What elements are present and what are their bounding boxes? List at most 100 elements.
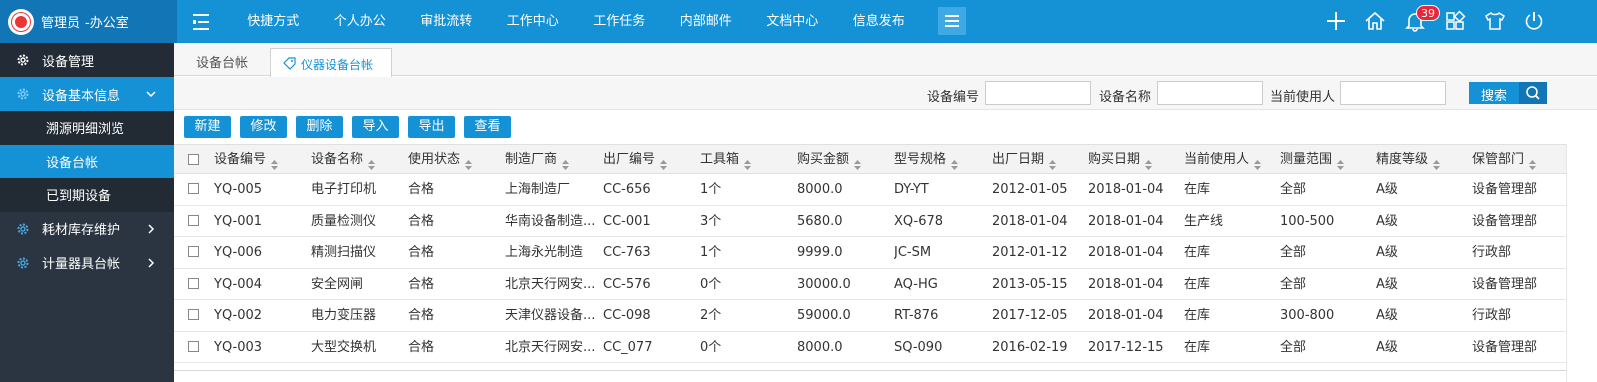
table-scrollbar[interactable]	[1566, 144, 1597, 382]
gear-icon	[16, 53, 30, 67]
import-button[interactable]: 导入	[352, 116, 399, 138]
sort-icon[interactable]	[744, 153, 752, 170]
table-cell: 0个	[700, 339, 722, 355]
table-cell: 在库	[1184, 245, 1211, 260]
row-checkbox[interactable]	[188, 309, 199, 320]
sidebar-group-meters[interactable]: 计量器具台帐	[0, 246, 174, 280]
sidebar-group-label: 耗材库存维护	[42, 223, 121, 238]
current-user-label: 当前使用人	[1270, 90, 1336, 105]
sort-icon[interactable]	[951, 153, 959, 170]
search-button[interactable]: 搜索	[1469, 82, 1547, 104]
table-cell: 2017-12-15	[1088, 339, 1164, 355]
export-button[interactable]: 导出	[408, 116, 455, 138]
sort-icon[interactable]	[660, 153, 668, 170]
sort-icon[interactable]	[562, 153, 570, 170]
sort-icon[interactable]	[368, 153, 376, 170]
sidebar-item-trace[interactable]: 溯源明细浏览	[0, 111, 174, 145]
delete-button[interactable]: 删除	[296, 116, 343, 138]
home-icon[interactable]	[1364, 10, 1386, 32]
row-checkbox[interactable]	[188, 183, 199, 194]
new-button[interactable]: 新建	[184, 116, 231, 138]
topnav-item-docs[interactable]: 文档中心	[749, 0, 836, 43]
column-header[interactable]: 型号规格	[894, 145, 959, 174]
apps-icon[interactable]	[1444, 10, 1466, 32]
column-header[interactable]: 出厂编号	[603, 145, 668, 174]
plus-icon[interactable]	[1325, 10, 1347, 32]
sort-icon[interactable]	[854, 153, 862, 170]
edit-button[interactable]: 修改	[240, 116, 287, 138]
tab-instrument-ledger[interactable]: 仪器设备台帐	[270, 48, 392, 77]
table-cell: 2个	[700, 308, 722, 323]
sort-icon[interactable]	[1145, 153, 1153, 170]
sort-icon[interactable]	[1337, 153, 1345, 170]
table-cell: 上海永光制造	[505, 245, 584, 260]
table-cell: 8000.0	[797, 182, 843, 197]
column-header[interactable]: 当前使用人	[1184, 145, 1262, 174]
column-header-label: 当前使用人	[1184, 152, 1250, 167]
device-number-input[interactable]	[985, 81, 1091, 105]
sidebar-item-expired[interactable]: 已到期设备	[0, 178, 174, 212]
sort-icon[interactable]	[1529, 153, 1537, 170]
row-checkbox[interactable]	[188, 340, 199, 352]
column-header[interactable]: 使用状态	[408, 145, 473, 174]
table-cell: 2012-01-12	[992, 245, 1068, 260]
sidebar-group-basic-info[interactable]: 设备基本信息	[0, 77, 174, 111]
row-checkbox[interactable]	[188, 277, 199, 289]
column-header[interactable]: 设备名称	[311, 145, 376, 174]
table-row[interactable]: YQ-003 大型交换机 合格 北京天行网安... CC_077 0个 8000.0 SQ-0…	[174, 332, 1566, 363]
table-row[interactable]: YQ-005 电子打印机 合格 上海制造厂 CC-656 1个 8000.0 DY-YT 201…	[174, 174, 1566, 206]
logo-icon	[8, 8, 34, 35]
shirt-icon[interactable]	[1484, 10, 1506, 32]
tab-ledger[interactable]: 设备台帐	[196, 52, 248, 71]
column-header[interactable]: 购买日期	[1088, 145, 1153, 174]
table-cell: JC-SM	[894, 245, 932, 260]
sidebar-group-consumables[interactable]: 耗材库存维护	[0, 212, 174, 246]
column-header[interactable]: 精度等级	[1376, 145, 1441, 174]
table-cell: 3个	[700, 213, 722, 229]
power-icon[interactable]	[1523, 10, 1545, 32]
view-button[interactable]: 查看	[464, 116, 511, 138]
topnav-item-approval[interactable]: 审批流转	[403, 0, 490, 43]
topnav-item-workcenter[interactable]: 工作中心	[490, 0, 577, 43]
table-cell: 全部	[1280, 245, 1307, 260]
table-cell: XQ-678	[894, 213, 944, 229]
sort-icon[interactable]	[271, 153, 279, 170]
table-row[interactable]: YQ-006 精测扫描仪 合格 上海永光制造 CC-763 1个 9999.0 JC-SM 20…	[174, 237, 1566, 269]
table-cell: A级	[1376, 213, 1398, 229]
table-cell: 2013-05-15	[992, 276, 1068, 292]
table-cell: 全部	[1280, 339, 1307, 355]
table-row[interactable]: YQ-002 电力变压器 合格 天津仪器设备... CC-098 2个 59000.0 RT-…	[174, 300, 1566, 332]
more-menu-button[interactable]	[938, 7, 966, 35]
column-header[interactable]: 设备编号	[214, 145, 279, 174]
row-checkbox[interactable]	[188, 214, 199, 226]
sort-icon[interactable]	[1254, 153, 1262, 170]
menu-toggle-icon[interactable]	[190, 10, 214, 34]
sidebar-item-ledger[interactable]: 设备台帐	[0, 144, 174, 178]
table-row[interactable]: YQ-001 质量检测仪 合格 华南设备制造... CC-001 3个 5680.0 XQ-6…	[174, 206, 1566, 237]
table-row[interactable]: YQ-004 安全网闸 合格 北京天行网安... CC-576 0个 30000.0 AQ-H…	[174, 269, 1566, 300]
topnav-item-mail[interactable]: 内部邮件	[663, 0, 750, 43]
table-cell: 电子打印机	[311, 182, 377, 197]
sort-icon[interactable]	[1433, 153, 1441, 170]
device-name-input[interactable]	[1157, 81, 1263, 105]
gear-icon	[16, 87, 30, 101]
topnav-item-personal[interactable]: 个人办公	[317, 0, 404, 43]
select-all-checkbox[interactable]	[188, 154, 199, 165]
topnav-item-shortcut[interactable]: 快捷方式	[230, 0, 317, 43]
topnav-item-news[interactable]: 信息发布	[836, 0, 923, 43]
sort-icon[interactable]	[1049, 153, 1057, 170]
topnav-item-tasks[interactable]: 工作任务	[576, 0, 663, 43]
current-user-input[interactable]	[1340, 81, 1446, 105]
column-header[interactable]: 购买金额	[797, 145, 862, 174]
sort-icon[interactable]	[465, 153, 473, 170]
row-checkbox[interactable]	[188, 246, 199, 257]
table-cell: DY-YT	[894, 182, 929, 197]
table-cell: RT-876	[894, 308, 939, 323]
table-cell: CC-656	[603, 182, 651, 197]
column-header[interactable]: 测量范围	[1280, 145, 1345, 174]
column-header[interactable]: 制造厂商	[505, 145, 570, 174]
column-header[interactable]: 出厂日期	[992, 145, 1057, 174]
column-header[interactable]: 保管部门	[1472, 145, 1537, 174]
column-header[interactable]: 工具箱	[700, 145, 752, 174]
table-cell: CC-098	[603, 308, 651, 323]
